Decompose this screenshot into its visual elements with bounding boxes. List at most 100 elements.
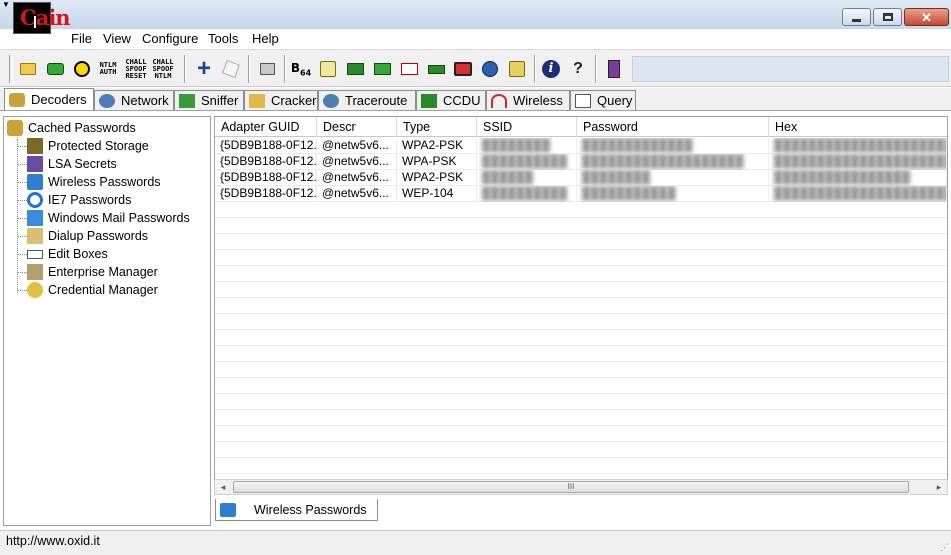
tree-root-cached-passwords[interactable]: Cached Passwords xyxy=(7,119,136,137)
minimize-button[interactable] xyxy=(842,8,871,26)
apr-poisoning-icon[interactable] xyxy=(72,59,92,79)
table-row xyxy=(215,234,947,250)
column-adapter-guid[interactable]: Adapter GUID xyxy=(215,117,317,137)
tab-sniffer[interactable]: Sniffer xyxy=(174,90,244,110)
menu-help[interactable]: Help xyxy=(252,31,279,46)
table-row[interactable]: {5DB9B188-0F12... @netw5v6... WPA-PSK ██… xyxy=(215,154,947,170)
scroll-left-arrow-icon[interactable]: ◂ xyxy=(215,480,231,494)
key-icon[interactable] xyxy=(507,59,527,79)
cell-descr: @netw5v6... xyxy=(317,186,397,202)
tree-item-enterprise-manager[interactable]: Enterprise Manager xyxy=(27,263,158,281)
cell-password: █████████████ xyxy=(577,138,769,154)
tree-connector xyxy=(17,254,27,255)
toolbar-grip[interactable] xyxy=(9,55,13,83)
password-decoder-icon[interactable] xyxy=(318,59,338,79)
tree-item-lsa-secrets[interactable]: LSA Secrets xyxy=(27,155,117,173)
column-ssid[interactable]: SSID xyxy=(477,117,577,137)
tree-item-edit-boxes[interactable]: Edit Boxes xyxy=(27,245,108,263)
tree-connector xyxy=(17,139,18,293)
tree-item-protected-storage[interactable]: Protected Storage xyxy=(27,137,149,155)
tab-wireless[interactable]: Wireless xyxy=(486,90,570,110)
table-row xyxy=(215,202,947,218)
open-folder-icon[interactable] xyxy=(18,59,38,79)
tab-query[interactable]: Query xyxy=(570,90,636,110)
table-row[interactable]: {5DB9B188-0F12... @netw5v6... WEP-104 ██… xyxy=(215,186,947,202)
info-icon[interactable]: i xyxy=(541,59,561,79)
chall-spoof-reset-icon[interactable]: CHALL SPOOF RESET xyxy=(125,58,146,79)
tree-connector xyxy=(17,164,27,165)
toolbar-separator xyxy=(534,55,536,83)
cell-descr: @netw5v6... xyxy=(317,170,397,186)
start-sniffer-icon[interactable] xyxy=(45,59,65,79)
tree-item-dialup-passwords[interactable]: Dialup Passwords xyxy=(27,227,148,245)
vpn-decoder-icon[interactable] xyxy=(372,59,392,79)
table-row[interactable]: {5DB9B188-0F12... @netw5v6... WPA2-PSK █… xyxy=(215,138,947,154)
rsa-key-icon[interactable] xyxy=(399,59,419,79)
decoders-icon xyxy=(9,92,25,107)
add-to-list-icon[interactable]: + xyxy=(194,57,214,81)
table-header: Adapter GUID Descr Type SSID Password He… xyxy=(215,117,947,137)
network-browser-icon[interactable] xyxy=(480,59,500,79)
menu-tools[interactable]: Tools xyxy=(208,31,238,46)
cell-ssid: ██████████ xyxy=(477,154,577,170)
remove-icon[interactable] xyxy=(221,59,241,79)
cell-type: WPA2-PSK xyxy=(397,138,477,154)
hash-calculator-icon[interactable] xyxy=(345,59,365,79)
resize-grip-icon[interactable]: ⋰ xyxy=(940,542,949,553)
column-descr[interactable]: Descr xyxy=(317,117,397,137)
column-password[interactable]: Password xyxy=(577,117,769,137)
cell-ssid: ██████ xyxy=(477,170,577,186)
windows-mail-icon xyxy=(27,210,43,226)
table-row xyxy=(215,426,947,442)
column-hex[interactable]: Hex xyxy=(769,117,947,137)
tree-connector xyxy=(17,200,27,201)
tree-connector xyxy=(17,236,27,237)
main-tab-strip: Decoders Network Sniffer Cracker Tracero… xyxy=(0,88,951,110)
scrollbar-thumb[interactable]: III xyxy=(233,481,909,493)
tab-wireless-passwords[interactable]: Wireless Passwords xyxy=(215,499,378,521)
sid-scanner-icon[interactable] xyxy=(426,59,446,79)
cell-descr: @netw5v6... xyxy=(317,154,397,170)
tree-item-credential-manager[interactable]: Credential Manager xyxy=(27,281,158,299)
cached-passwords-tree[interactable]: Cached Passwords Protected Storage LSA S… xyxy=(3,116,211,526)
menu-configure[interactable]: Configure xyxy=(142,31,198,46)
maximize-button[interactable] xyxy=(873,8,902,26)
tab-cracker[interactable]: Cracker xyxy=(244,90,318,110)
ntlm-auth-icon[interactable]: NTLM AUTH xyxy=(98,59,118,79)
column-type[interactable]: Type xyxy=(397,117,477,137)
menu-view[interactable]: View xyxy=(103,31,131,46)
table-row xyxy=(215,410,947,426)
chall-spoof-ntlm-icon[interactable]: CHALL SPOOF NTLM xyxy=(152,58,173,79)
menu-bar: File View Configure Tools Help xyxy=(0,29,951,49)
system-menu-icon[interactable]: ▼ xyxy=(1,1,11,9)
wireless-passwords-table[interactable]: Adapter GUID Descr Type SSID Password He… xyxy=(214,116,948,493)
tree-connector xyxy=(17,218,27,219)
tree-connector xyxy=(17,290,27,291)
base64-decoder-icon[interactable]: B64 xyxy=(291,59,311,79)
monitor-icon[interactable] xyxy=(453,59,473,79)
tab-ccdu[interactable]: CCDU xyxy=(416,90,486,110)
scroll-right-arrow-icon[interactable]: ▸ xyxy=(931,480,947,494)
table-row xyxy=(215,330,947,346)
table-row[interactable]: {5DB9B188-0F12... @netw5v6... WPA2-PSK █… xyxy=(215,170,947,186)
help-icon[interactable]: ? xyxy=(568,59,588,79)
tree-item-ie7-passwords[interactable]: IE7 Passwords xyxy=(27,191,131,209)
menu-file[interactable]: File xyxy=(71,31,92,46)
tree-connector xyxy=(17,182,27,183)
horizontal-scrollbar[interactable]: ◂ III ▸ xyxy=(214,479,948,495)
tab-network[interactable]: Network xyxy=(94,90,174,110)
cell-hex: ████████████████████████ xyxy=(769,138,947,154)
enterprise-manager-icon xyxy=(27,264,43,280)
network-icon xyxy=(99,93,115,108)
oxid-tools-icon[interactable] xyxy=(604,59,624,79)
cell-password: ████████ xyxy=(577,170,769,186)
tab-decoders[interactable]: Decoders xyxy=(4,88,94,110)
tree-item-windows-mail-passwords[interactable]: Windows Mail Passwords xyxy=(27,209,190,227)
wireless-antenna-icon xyxy=(491,93,507,108)
tab-traceroute[interactable]: Traceroute xyxy=(318,90,416,110)
options-icon[interactable] xyxy=(257,59,277,79)
tree-item-wireless-passwords[interactable]: Wireless Passwords xyxy=(27,173,161,191)
close-button[interactable]: ✕ xyxy=(904,8,949,26)
cell-adapter-guid: {5DB9B188-0F12... xyxy=(215,170,317,186)
dialup-icon xyxy=(27,228,43,244)
